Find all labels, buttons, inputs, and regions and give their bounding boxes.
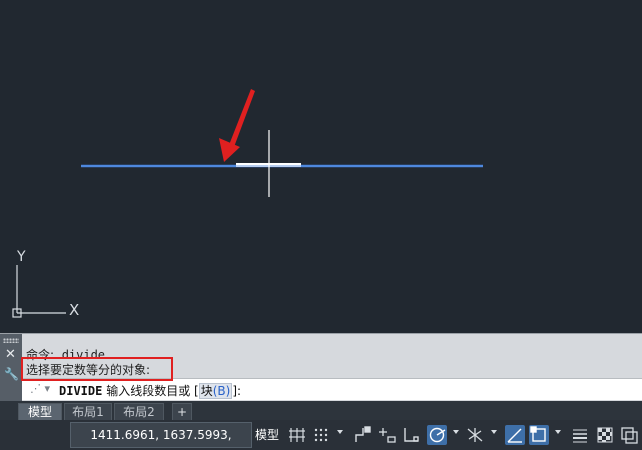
polar-dropdown-arrow-icon[interactable] (453, 430, 459, 434)
annotation-highlight-box (21, 357, 173, 381)
drawing-canvas[interactable]: Y X (0, 0, 642, 333)
command-name: DIVIDE (59, 384, 103, 398)
block-option-button[interactable]: 块(B) (198, 383, 233, 399)
tab-model[interactable]: 模型 (18, 403, 62, 420)
command-line-grip[interactable]: ✕ 🔧 (0, 334, 22, 402)
grid-icon[interactable] (287, 425, 307, 445)
annotation-arrow-icon (219, 89, 255, 162)
osnap-dropdown-arrow-icon[interactable] (555, 430, 561, 434)
ucs-icon (12, 265, 66, 318)
coordinate-display[interactable]: 1411.6961, 1637.5993, 0.0000 (70, 422, 252, 448)
status-bar: 1411.6961, 1637.5993, 0.0000 模型 (0, 420, 642, 450)
snap-mode-icon[interactable] (311, 425, 331, 445)
dynamic-input-icon[interactable] (377, 425, 397, 445)
tab-layout2[interactable]: 布局2 (114, 403, 164, 420)
option-label: 块 (200, 384, 213, 398)
isodraft-dropdown-arrow-icon[interactable] (491, 430, 497, 434)
tab-layout1[interactable]: 布局1 (64, 403, 112, 420)
selection-cycling-icon[interactable] (619, 425, 639, 445)
isodraft-icon[interactable] (465, 425, 485, 445)
grip-dots-icon[interactable] (3, 338, 19, 343)
command-prompt-icon[interactable]: ⋰ ▾ (30, 382, 50, 395)
command-input[interactable]: ⋰ ▾ DIVIDE 输入线段数目或 [块(B)]: (22, 378, 642, 400)
object-snap-icon[interactable] (529, 425, 549, 445)
ucs-x-label: X (69, 301, 79, 319)
command-prompt-text: DIVIDE 输入线段数目或 [块(B)]: (59, 382, 241, 399)
polar-tracking-icon[interactable] (427, 425, 447, 445)
lineweight-icon[interactable] (570, 425, 590, 445)
customize-icon[interactable]: 🔧 (4, 367, 19, 381)
option-key: (B) (212, 384, 231, 398)
close-icon[interactable]: ✕ (5, 348, 16, 361)
layout-tabs-bar: 模型 布局1 布局2 + (0, 401, 642, 420)
transparency-icon[interactable] (595, 425, 615, 445)
ortho-icon[interactable] (401, 425, 421, 445)
model-space-button[interactable]: 模型 (255, 424, 279, 446)
option-close: ]: (232, 384, 242, 398)
snap-dropdown-arrow-icon[interactable] (337, 430, 343, 434)
object-snap-tracking-icon[interactable] (505, 425, 525, 445)
ucs-y-label: Y (16, 249, 26, 265)
prompt-label: 输入线段数目或 (106, 384, 191, 398)
add-layout-button[interactable]: + (172, 403, 192, 420)
infer-constraints-icon[interactable] (353, 425, 373, 445)
